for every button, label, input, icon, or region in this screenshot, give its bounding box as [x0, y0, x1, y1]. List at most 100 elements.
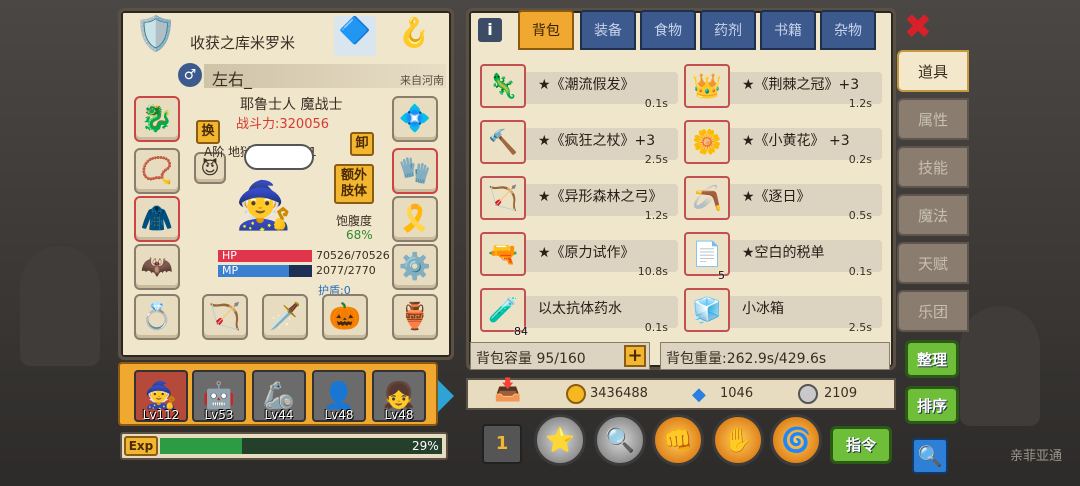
side-tab-items[interactable]: 道具 [897, 50, 969, 92]
item-weight: 0.2s [848, 153, 872, 166]
side-tab-talents[interactable]: 天赋 [897, 242, 969, 284]
side-tab-band[interactable]: 乐团 [897, 290, 969, 332]
satiety-label: 饱腹度 [336, 214, 373, 228]
inventory-item[interactable]: 🔨 ★《疯狂之杖》+3 2.5s [480, 120, 680, 166]
hand-skill-button[interactable]: ✋ [712, 414, 764, 466]
boots-slot[interactable]: ⚙️ [392, 244, 438, 290]
item-weight: 2.5s [848, 321, 872, 334]
ring-slot[interactable]: 💍 [134, 294, 180, 340]
speech-bubble [244, 144, 314, 170]
item-name: ★《荆棘之冠》+3 [742, 77, 860, 93]
item-weight: 1.2s [848, 97, 872, 110]
hp-value: 70526/70526 [316, 249, 390, 262]
accessory-slot[interactable]: 🏺 [392, 294, 438, 340]
download-icon[interactable]: 📥 [492, 378, 524, 410]
exp-bar-track [160, 438, 442, 454]
necklace-slot[interactable]: 📿 [134, 148, 180, 194]
item-name: ★《逐日》 [742, 189, 811, 205]
party-hero-4[interactable]: 👤 Lv48 [312, 370, 366, 422]
inventory-item[interactable]: 🧪 以太抗体药水 0.1s 84 [480, 288, 680, 338]
portal-icon[interactable]: 🔷 [334, 16, 376, 56]
item-icon: 👑 [684, 64, 730, 108]
exp-label: Exp [124, 436, 158, 456]
item-name: ★《小黄花》 +3 [742, 133, 850, 149]
item-icon: 🏹 [480, 176, 526, 220]
belt-slot[interactable]: 🎗️ [392, 196, 438, 242]
weight-text: 背包重量:262.9s/429.6s [666, 351, 827, 367]
helmet-slot[interactable]: 🐉 [134, 96, 180, 142]
search-icon[interactable]: 🔍 [912, 438, 948, 474]
side-tab-skills[interactable]: 技能 [897, 146, 969, 188]
inventory-item[interactable]: 🔫 ★《原力试作》 10.8s [480, 232, 680, 278]
character-class: 耶鲁士人 魔战士 [240, 97, 343, 113]
inventory-item[interactable]: 🦎 ★《潮流假发》 0.1s [480, 64, 680, 110]
inventory-item[interactable]: 🪃 ★《逐日》 0.5s [684, 176, 884, 222]
close-icon[interactable]: ✖ [902, 10, 934, 44]
character-name[interactable]: 左右_ [212, 66, 252, 90]
inventory-item[interactable]: 📄 ★空白的税单 0.1s 5 [684, 232, 884, 282]
star-skill-button[interactable]: ⭐ [534, 414, 586, 466]
party-next-arrow-icon[interactable] [438, 380, 454, 412]
tab-potion[interactable]: 药剂 [700, 10, 756, 50]
tab-backpack[interactable]: 背包 [518, 10, 574, 50]
item-icon: 🪃 [684, 176, 730, 220]
item-weight: 0.5s [848, 209, 872, 222]
item-name: ★《原力试作》 [538, 245, 635, 261]
info-icon[interactable]: i [478, 18, 502, 42]
inventory-item[interactable]: 👑 ★《荆棘之冠》+3 1.2s [684, 64, 884, 110]
item-icon: 🦎 [480, 64, 526, 108]
gender-male-icon: ♂ [178, 63, 202, 87]
gold-amount: 3436488 [590, 386, 648, 401]
guild-emblem-icon[interactable]: 🛡️ [128, 14, 184, 64]
character-title: 收获之库米罗米 [190, 34, 296, 52]
item-icon: 🔨 [480, 120, 526, 164]
party-hero-1[interactable]: 🧙 Lv112 [134, 370, 188, 422]
mp-value: 2077/2770 [316, 264, 376, 277]
armor-slot[interactable]: 🧥 [134, 196, 180, 242]
mp-label: MP [222, 264, 239, 277]
hp-label: HP [222, 249, 237, 262]
special-skill-button[interactable]: 🌀 [770, 414, 822, 466]
swap-button[interactable]: 换 [196, 120, 220, 144]
side-tab-magic[interactable]: 魔法 [897, 194, 969, 236]
item-name: ★《潮流假发》 [538, 77, 635, 93]
origin-label: 来自河南 [400, 74, 444, 87]
offhand-weapon-slot[interactable]: 🗡️ [262, 294, 308, 340]
character-sprite[interactable]: 🧙 [224, 178, 304, 248]
background-label: 亲菲亚通 [1010, 449, 1063, 464]
gem-icon: ◆ [692, 384, 706, 405]
search-skill-button[interactable]: 🔍 [594, 414, 646, 466]
organize-button[interactable]: 整理 [905, 340, 959, 378]
tab-misc[interactable]: 杂物 [820, 10, 876, 50]
tab-food[interactable]: 食物 [640, 10, 696, 50]
ranking-button[interactable]: 1 [482, 424, 522, 464]
hanger-icon[interactable]: 🪝 [384, 16, 444, 56]
trinket-slot[interactable]: 🎃 [322, 294, 368, 340]
command-button[interactable]: 指令 [830, 426, 892, 464]
fist-skill-button[interactable]: 👊 [652, 414, 704, 466]
party-hero-2[interactable]: 🤖 Lv53 [192, 370, 246, 422]
party-hero-3[interactable]: 🦾 Lv44 [252, 370, 306, 422]
item-icon: 🌼 [684, 120, 730, 164]
sort-button[interactable]: 排序 [905, 386, 959, 424]
item-name: ★空白的税单 [742, 245, 825, 261]
main-weapon-slot[interactable]: 🏹 [202, 294, 248, 340]
cape-slot[interactable]: 🦇 [134, 244, 180, 290]
combat-power: 战斗力:320056 [236, 117, 330, 132]
item-name: 小冰箱 [742, 301, 784, 317]
expand-capacity-button[interactable]: + [624, 345, 646, 367]
gold-coin-icon [566, 384, 586, 404]
inventory-item[interactable]: 🏹 ★《异形森林之弓》 1.2s [480, 176, 680, 222]
unequip-button[interactable]: 卸 [350, 132, 374, 156]
tab-equipment[interactable]: 装备 [580, 10, 636, 50]
emblem-slot[interactable]: 💠 [392, 96, 438, 142]
inventory-item[interactable]: 🌼 ★《小黄花》 +3 0.2s [684, 120, 884, 166]
party-hero-5[interactable]: 👧 Lv48 [372, 370, 426, 422]
tab-books[interactable]: 书籍 [760, 10, 816, 50]
exp-percent: 29% [412, 439, 439, 453]
extra-limb-button[interactable]: 额外肢体 [334, 164, 374, 204]
inventory-item[interactable]: 🧊 小冰箱 2.5s [684, 288, 884, 334]
side-tab-attributes[interactable]: 属性 [897, 98, 969, 140]
item-name: ★《疯狂之杖》+3 [538, 133, 656, 149]
gloves-slot[interactable]: 🧤 [392, 148, 438, 194]
